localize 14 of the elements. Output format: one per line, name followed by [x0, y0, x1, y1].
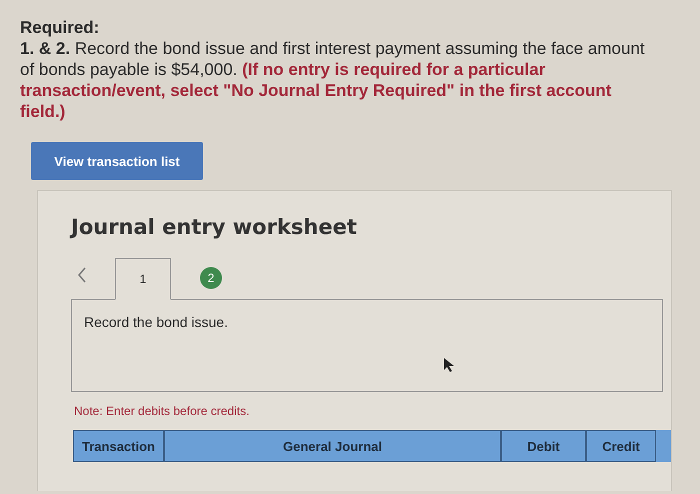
- column-header: General Journal: [164, 430, 501, 462]
- worksheet-tab[interactable]: 2: [183, 257, 239, 299]
- column-header: Credit: [586, 430, 656, 462]
- chevron-left-icon[interactable]: [77, 267, 87, 283]
- column-header: Transaction: [73, 430, 164, 462]
- worksheet-title: Journal entry worksheet: [71, 215, 358, 239]
- worksheet-tab[interactable]: 1: [115, 258, 171, 300]
- prompt-text: Record the bond issue.: [84, 314, 228, 330]
- note-text: Note: Enter debits before credits.: [74, 404, 250, 418]
- view-transaction-list-button[interactable]: View transaction list: [31, 142, 203, 180]
- column-header: Debit: [501, 430, 586, 462]
- question-text: 1. & 2. Record the bond issue and first interest payment assuming the face amount of bonds payable is $54,000. (If no entry is required for a particular transaction/event, select "No Journal Entry Required" in the first account field.): [20, 38, 646, 122]
- required-label: Required:: [20, 18, 100, 38]
- mouse-pointer-icon: [443, 357, 455, 373]
